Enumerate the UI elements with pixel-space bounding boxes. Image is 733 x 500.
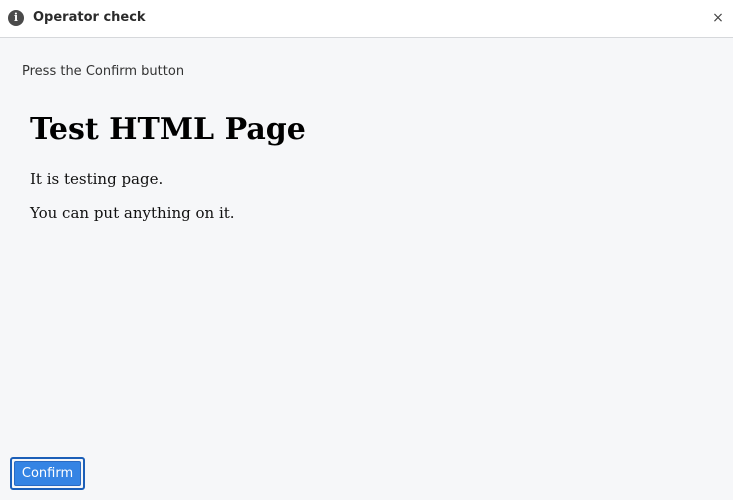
dialog-titlebar: i Operator check × <box>0 0 733 38</box>
confirm-button-label: Confirm <box>14 461 81 486</box>
operator-check-dialog: i Operator check × Press the Confirm but… <box>0 0 733 500</box>
page-heading: Test HTML Page <box>30 112 306 147</box>
instruction-text: Press the Confirm button <box>22 64 185 79</box>
content-paragraph: It is testing page. <box>30 170 164 188</box>
confirm-button[interactable]: Confirm <box>10 457 85 490</box>
info-icon: i <box>8 10 24 26</box>
close-icon[interactable]: × <box>711 9 725 27</box>
html-content-area: Test HTML Page It is testing page. You c… <box>30 110 710 223</box>
dialog-title: Operator check <box>33 10 146 25</box>
content-paragraph: You can put anything on it. <box>30 204 235 222</box>
